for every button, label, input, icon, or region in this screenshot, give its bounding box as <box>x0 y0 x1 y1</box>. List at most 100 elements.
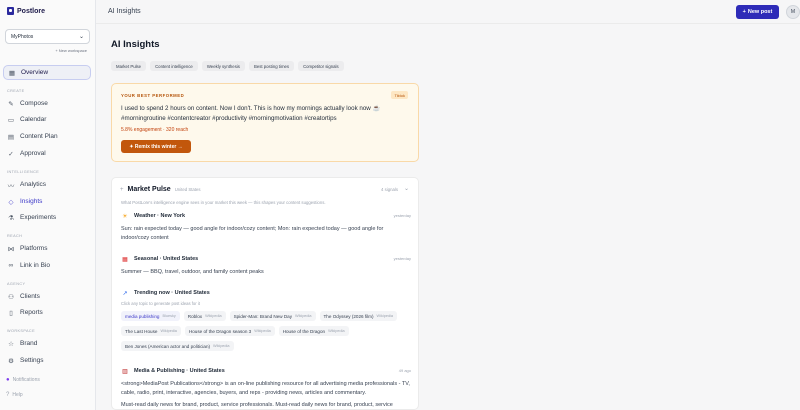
chip-source: Wikipedia <box>328 329 345 333</box>
signal-count: 4 signals <box>381 187 398 192</box>
market-pulse-card: + Market Pulse United States 4 signals ⌄… <box>111 177 419 410</box>
check-icon: ✓ <box>8 150 14 158</box>
sidebar-item-experiments[interactable]: ⚗ Experiments <box>3 210 91 225</box>
signal-body-more: Must-read daily news for brand, product,… <box>121 402 393 408</box>
chip-source: Wikipedia <box>160 329 177 333</box>
sidebar-item-clients[interactable]: ⚇ Clients <box>3 289 91 304</box>
avatar[interactable]: M <box>786 5 800 19</box>
sidebar: Postlore MyPhotos ⌄ + New workspace ▦ Ov… <box>0 0 96 410</box>
sidebar-item-insights[interactable]: ◇ Insights <box>3 194 91 209</box>
topbar-title: AI Insights <box>108 8 141 15</box>
bell-icon: ● <box>6 377 10 383</box>
sidebar-item-platforms[interactable]: ⋈ Platforms <box>3 241 91 256</box>
sidebar-item-label: Link in Bio <box>20 262 50 269</box>
trending-chip[interactable]: The Last House Wikipedia <box>121 326 181 336</box>
best-post-stats: 5.8% engagement · 320 reach <box>121 127 189 133</box>
sidebar-item-brand[interactable]: ☆ Brand <box>3 336 91 351</box>
sidebar-item-overview[interactable]: ▦ Overview <box>3 65 91 80</box>
chip-source: Wikipedia <box>376 314 394 318</box>
chip-label: Spider-Man: Brand New Day <box>233 313 293 319</box>
sidebar-item-content-plan[interactable]: ▤ Content Plan <box>3 129 91 144</box>
sidebar-item-analytics[interactable]: 〰 Analytics <box>3 177 91 192</box>
tab-competitor-signals[interactable]: Competitor signals <box>298 61 344 71</box>
chip-source: Wikipedia <box>295 314 312 318</box>
chip-label: The Last House <box>125 328 158 334</box>
nav-section-intelligence: INTELLIGENCE <box>7 170 40 174</box>
best-performed-label: YOUR BEST PERFORMED <box>121 93 185 98</box>
signal-time: yesterday <box>393 256 411 261</box>
logo-icon <box>7 7 14 15</box>
tab-market-pulse[interactable]: Market Pulse <box>111 61 147 71</box>
trending-chip[interactable]: House of the Dragon Wikipedia <box>278 326 349 336</box>
gear-icon: ⚙ <box>8 357 14 365</box>
sidebar-item-settings[interactable]: ⚙ Settings <box>3 353 91 368</box>
pencil-icon: ✎ <box>8 100 14 108</box>
new-post-label: New post <box>747 9 773 15</box>
help-label: Help <box>12 392 23 398</box>
sidebar-item-label: Settings <box>20 357 44 364</box>
plus-icon: + <box>742 9 746 15</box>
sidebar-item-label: Reports <box>20 309 43 316</box>
trending-chip[interactable]: Roblox Wikipedia <box>183 311 226 321</box>
remix-button[interactable]: ✦ Remix this winter → <box>121 140 191 153</box>
flask-icon: ⚗ <box>8 214 14 222</box>
chip-label: House of the Dragon season 3 <box>188 328 252 334</box>
market-pulse-header[interactable]: + Market Pulse United States <box>120 186 201 193</box>
sidebar-item-compose[interactable]: ✎ Compose <box>3 96 91 111</box>
signal-media: ▥ Media & Publishing · United States 49 … <box>121 366 411 409</box>
chip-label: media publishing <box>125 313 160 319</box>
newspaper-icon: ▥ <box>122 368 128 375</box>
workspace-select[interactable]: MyPhotos ⌄ <box>5 29 90 44</box>
sidebar-item-label: Calendar <box>20 116 47 123</box>
new-post-button[interactable]: + New post <box>736 5 779 19</box>
chip-source: Bluesky <box>162 314 176 318</box>
chip-source: Wikipedia <box>213 344 230 348</box>
nav-section-agency: AGENCY <box>7 282 26 286</box>
tab-content-intelligence[interactable]: Content intelligence <box>150 61 198 71</box>
tab-best-posting-times[interactable]: Best posting times <box>248 61 295 71</box>
chevron-down-icon[interactable]: ⌄ <box>404 185 409 192</box>
trending-icon: ↗ <box>122 290 128 297</box>
nav-section-workspace: WORKSPACE <box>7 329 36 333</box>
signal-subtitle: Click any topic to generate post ideas f… <box>121 301 200 306</box>
lightbulb-icon: ◇ <box>8 198 14 206</box>
market-pulse-description: What PostLore's intelligence engine sees… <box>121 200 326 205</box>
signal-time: yesterday <box>393 213 411 218</box>
brand-logo[interactable]: Postlore <box>7 7 45 15</box>
market-pulse-region: United States <box>174 187 201 192</box>
new-workspace-link[interactable]: + New workspace <box>55 48 87 53</box>
sidebar-item-label: Overview <box>21 69 49 76</box>
brand-name: Postlore <box>17 7 46 15</box>
sidebar-item-link-in-bio[interactable]: ∞ Link in Bio <box>3 258 91 273</box>
insight-tabs: Market Pulse Content intelligence Weekly… <box>111 61 344 71</box>
sidebar-item-calendar[interactable]: ▭ Calendar <box>3 112 91 127</box>
trending-chip[interactable]: The Odyssey (2026 film) Wikipedia <box>319 311 398 321</box>
nav-section-create: CREATE <box>7 89 25 93</box>
trending-chip[interactable]: House of the Dragon season 3 Wikipedia <box>184 326 275 336</box>
workspace-selected: MyPhotos <box>11 33 34 40</box>
calendar-icon: ▭ <box>7 116 15 124</box>
sidebar-item-label: Analytics <box>20 181 47 188</box>
nav-section-reach: REACH <box>7 234 23 238</box>
sidebar-item-reports[interactable]: ▯ Reports <box>3 305 91 320</box>
best-post-text: I used to spend 2 hours on content. Now … <box>121 105 381 122</box>
sidebar-item-approval[interactable]: ✓ Approval <box>3 146 91 161</box>
help-link[interactable]: ? Help <box>6 392 23 398</box>
trending-chip[interactable]: Ben Jones (American actor and politician… <box>121 341 234 351</box>
notifications-link[interactable]: ● Notifications <box>6 377 40 383</box>
notifications-label: Notifications <box>12 377 40 383</box>
tab-weekly-synthesis[interactable]: Weekly synthesis <box>201 61 245 71</box>
calendar-icon: ▦ <box>122 256 128 263</box>
trending-chip[interactable]: media publishing Bluesky <box>121 311 180 321</box>
chip-label: House of the Dragon <box>282 328 326 334</box>
star-icon: ☆ <box>8 340 14 348</box>
market-pulse-title: Market Pulse <box>127 186 171 193</box>
sidebar-item-label: Clients <box>20 293 40 300</box>
link-icon: ∞ <box>8 262 14 269</box>
trending-chip[interactable]: Spider-Man: Brand New Day Wikipedia <box>229 311 316 321</box>
share-icon: ⋈ <box>7 245 15 253</box>
signal-body: Sun: rain expected today — good angle fo… <box>121 226 384 241</box>
chip-label: The Odyssey (2026 film) <box>323 313 374 319</box>
signal-weather: ☀ Weather · New York yesterday Sun: rain… <box>121 211 411 242</box>
signal-title: Trending now · United States <box>134 290 210 296</box>
